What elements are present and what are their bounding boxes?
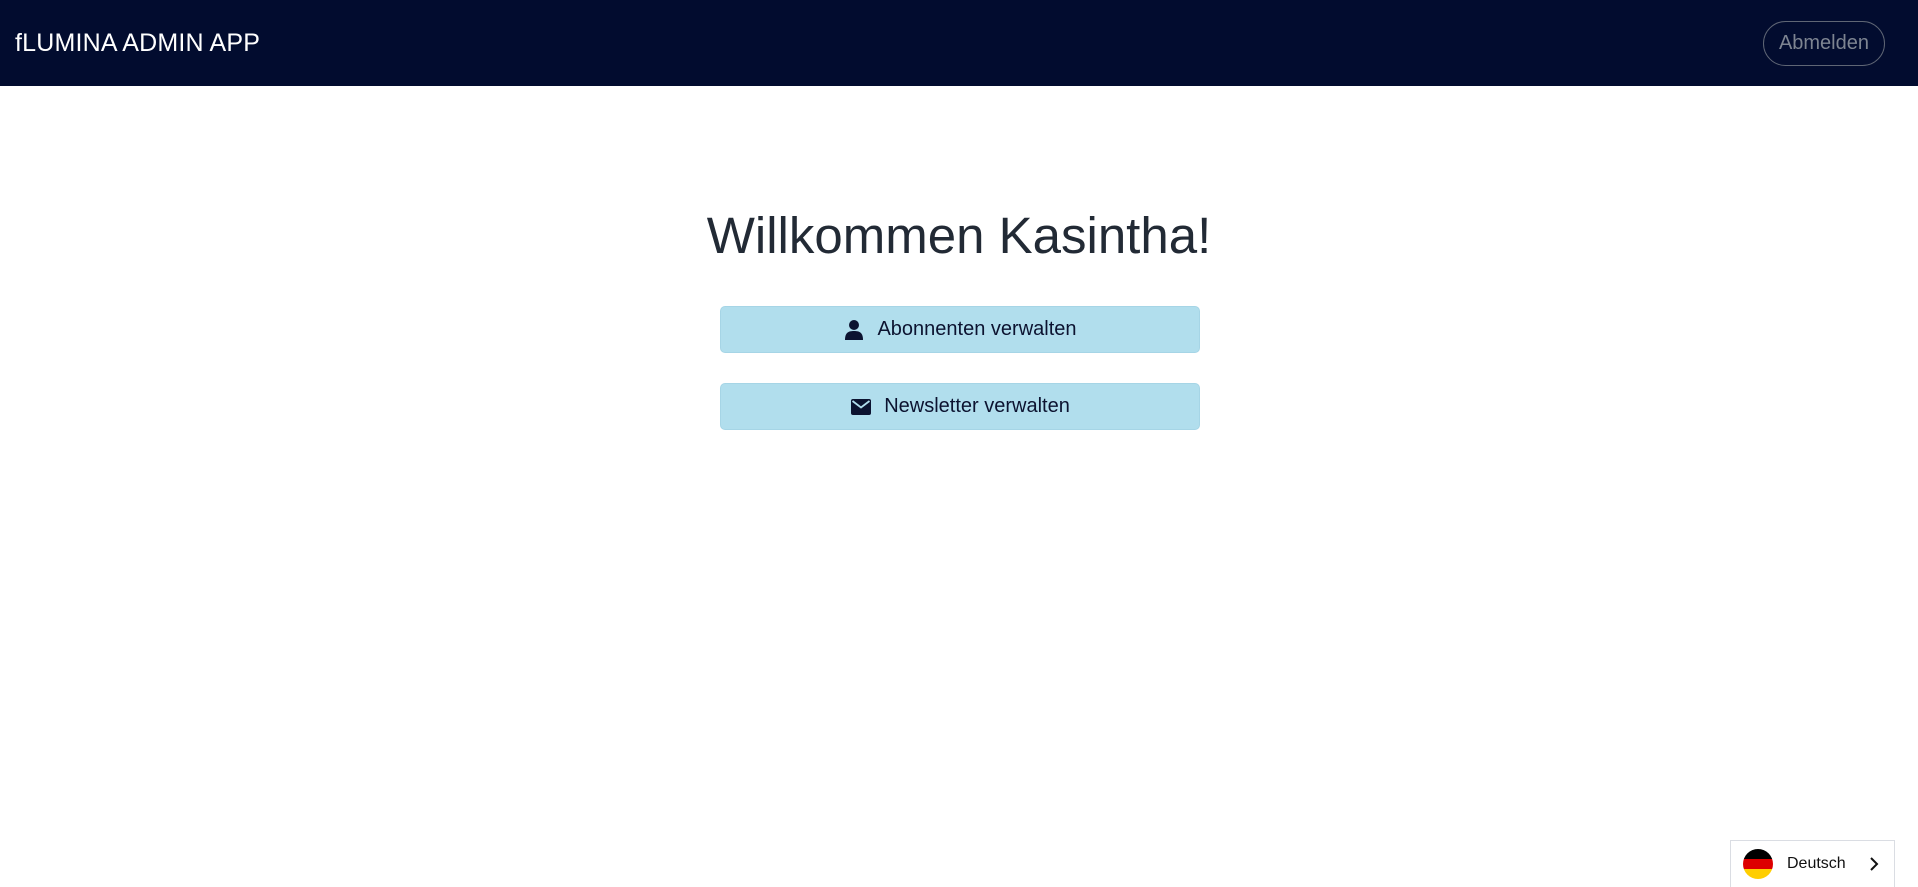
user-icon: [843, 319, 865, 341]
logout-button[interactable]: Abmelden: [1762, 20, 1885, 66]
envelope-icon: [850, 396, 872, 418]
chevron-right-icon: [1866, 856, 1882, 872]
manage-subscribers-button[interactable]: Abonnenten verwalten: [720, 306, 1200, 353]
app-brand[interactable]: fLUMINA ADMIN APP: [15, 29, 260, 58]
manage-newsletter-label: Newsletter verwalten: [884, 395, 1070, 417]
language-label: Deutsch: [1787, 855, 1846, 872]
main-content: Willkommen Kasintha! Abonnenten verwalte…: [0, 86, 1918, 887]
top-navbar: fLUMINA ADMIN APP Abmelden: [0, 0, 1918, 86]
manage-subscribers-label: Abonnenten verwalten: [877, 318, 1077, 340]
manage-newsletter-button[interactable]: Newsletter verwalten: [720, 383, 1200, 430]
germany-flag-icon: [1743, 849, 1773, 879]
language-switcher[interactable]: Deutsch: [1730, 840, 1895, 887]
welcome-heading: Willkommen Kasintha!: [706, 207, 1212, 264]
